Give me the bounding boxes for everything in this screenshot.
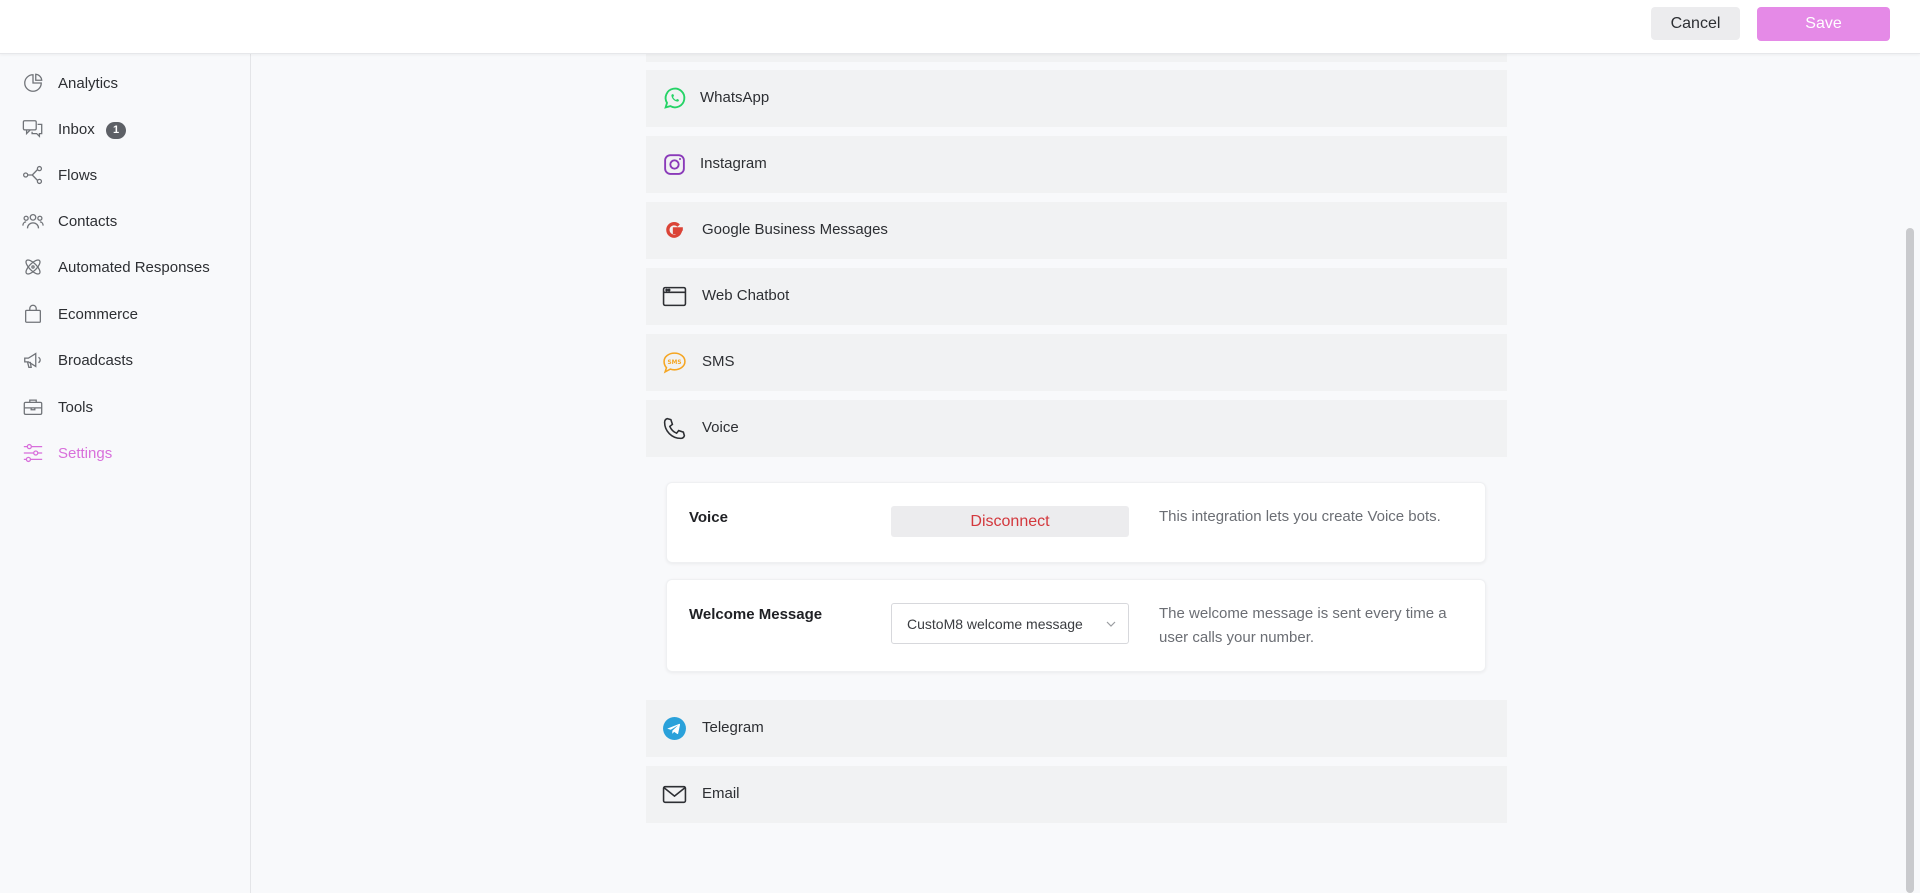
sidebar-item-flows[interactable]: Flows <box>0 156 250 194</box>
browser-window-icon <box>662 286 687 307</box>
welcome-message-card: Welcome Message CustoM8 welcome message … <box>666 579 1486 672</box>
sms-bubble-icon: SMS <box>663 352 686 374</box>
voice-description: This integration lets you create Voice b… <box>1159 508 1441 525</box>
shopping-bag-icon <box>25 304 41 323</box>
sidebar-item-settings[interactable]: Settings <box>0 434 250 472</box>
channel-label: Instagram <box>700 155 767 172</box>
instagram-icon <box>664 154 685 175</box>
welcome-message-description: The welcome message is sent every time a… <box>1159 605 1447 646</box>
welcome-message-selected-value: CustoM8 welcome message <box>907 616 1083 632</box>
voice-title: Voice <box>689 509 728 526</box>
google-icon <box>666 222 683 238</box>
sidebar-item-label: Broadcasts <box>58 351 134 369</box>
pie-chart-icon <box>24 73 43 92</box>
channel-row-sms[interactable]: SMS SMS <box>646 334 1507 391</box>
welcome-message-select[interactable]: CustoM8 welcome message <box>891 603 1129 644</box>
channel-row-web-chatbot[interactable]: Web Chatbot <box>646 268 1507 325</box>
channel-label: Telegram <box>702 719 764 736</box>
unread-count-badge: 1 <box>106 122 126 139</box>
voice-connection-card: Voice Disconnect This integration lets y… <box>666 482 1486 563</box>
sliders-icon <box>23 443 43 463</box>
flow-nodes-icon <box>23 165 43 185</box>
sidebar-item-label: Tools <box>58 398 94 416</box>
channel-row-google-business-messages[interactable]: Google Business Messages <box>646 202 1507 259</box>
save-button[interactable]: Save <box>1757 7 1890 41</box>
atom-icon <box>25 259 41 275</box>
channel-label: WhatsApp <box>700 89 770 106</box>
channel-row-instagram[interactable]: Instagram <box>646 136 1507 193</box>
sidebar-item-contacts[interactable]: Contacts <box>0 202 250 240</box>
people-icon <box>22 213 44 229</box>
sidebar-item-automated-responses[interactable]: Automated Responses <box>0 248 250 286</box>
channel-row-partial <box>646 54 1507 62</box>
sidebar-item-label: Ecommerce <box>58 305 139 323</box>
envelope-icon <box>662 785 687 804</box>
sidebar-item-label: Settings <box>58 444 113 462</box>
sidebar-item-label: Analytics <box>58 74 119 92</box>
chevron-down-icon <box>1106 621 1116 627</box>
channel-row-email[interactable]: Email <box>646 766 1507 823</box>
disconnect-button[interactable]: Disconnect <box>891 506 1129 537</box>
channel-label: Google Business Messages <box>702 221 888 238</box>
channel-label: SMS <box>702 353 735 370</box>
welcome-message-title: Welcome Message <box>689 606 823 623</box>
sidebar-item-analytics[interactable]: Analytics <box>0 64 250 102</box>
top-action-bar: Cancel Save <box>0 0 1920 54</box>
chat-bubbles-icon <box>22 120 43 138</box>
channel-label: Email <box>702 785 740 802</box>
page-scrollbar[interactable] <box>1906 228 1914 893</box>
sidebar-item-inbox[interactable]: Inbox 1 <box>0 110 250 148</box>
sidebar-item-label: Flows <box>58 166 98 184</box>
phone-icon <box>663 417 686 440</box>
toolbox-icon <box>23 399 43 415</box>
cancel-button[interactable]: Cancel <box>1651 7 1740 40</box>
channel-row-telegram[interactable]: Telegram <box>646 700 1507 757</box>
channel-row-voice[interactable]: Voice <box>646 400 1507 457</box>
sidebar: Analytics Inbox 1 Flows Contacts Automat… <box>0 54 251 893</box>
whatsapp-icon <box>664 87 686 109</box>
sidebar-item-label: Inbox <box>58 120 95 138</box>
channel-label: Voice <box>702 419 739 436</box>
sidebar-item-label: Automated Responses <box>58 258 210 276</box>
sidebar-item-ecommerce[interactable]: Ecommerce <box>0 295 250 333</box>
svg-text:SMS: SMS <box>668 360 682 366</box>
channel-row-whatsapp[interactable]: WhatsApp <box>646 70 1507 127</box>
channel-label: Web Chatbot <box>702 287 790 304</box>
sidebar-item-broadcasts[interactable]: Broadcasts <box>0 341 250 379</box>
megaphone-icon <box>24 352 41 368</box>
sidebar-item-label: Contacts <box>58 212 118 230</box>
telegram-icon <box>663 717 686 740</box>
sidebar-item-tools[interactable]: Tools <box>0 388 250 426</box>
